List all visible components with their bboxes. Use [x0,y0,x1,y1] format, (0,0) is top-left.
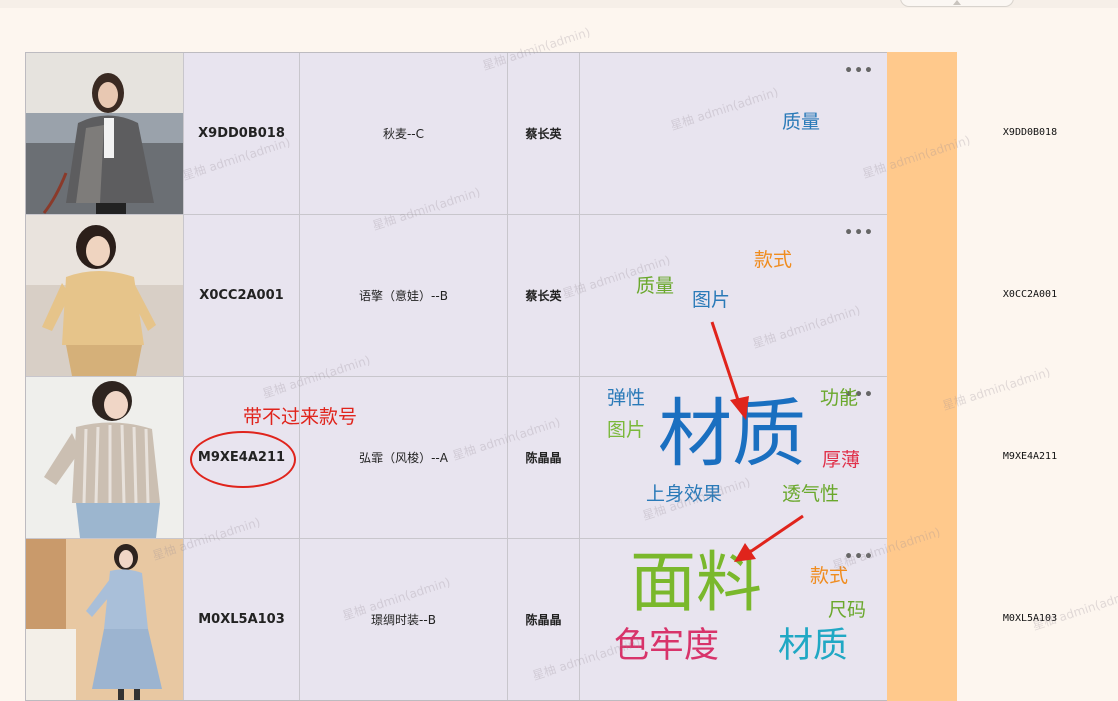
cloud-word: 材质 [658,391,806,477]
person-name: 蔡长英 [508,215,580,376]
product-name: 语擎（意娃）--B [300,215,508,376]
table-row: X9DD0B018 秋麦--C 蔡长英 ••• 质量 [26,53,888,215]
word-cloud: ••• 质量 [580,53,888,214]
table-row: M0XL5A103 璟绸时装--B 陈晶晶 ••• 面料 款式 尺码 色牢度 材… [26,539,888,700]
person-name: 陈晶晶 [508,377,580,538]
more-icon[interactable]: ••• [844,549,874,565]
cloud-word: 材质 [778,626,849,666]
caret-up-icon[interactable] [953,0,961,5]
cloud-word: 质量 [636,275,675,297]
orange-column [887,52,957,701]
product-photo [26,53,183,214]
cloud-word: 色牢度 [614,626,720,666]
product-photo [26,215,183,376]
word-cloud: ••• 款式 质量 图片 [580,215,888,376]
table-row: M9XE4A211 弘霏（风梭）--A 陈晶晶 ••• 弹性 功能 图片 材质 … [26,377,888,539]
person-name: 蔡长英 [508,53,580,214]
cloud-word: 厚薄 [822,449,861,471]
word-cloud: ••• 弹性 功能 图片 材质 厚薄 上身效果 透气性 [580,377,888,538]
more-icon[interactable]: ••• [844,63,874,79]
cloud-word: 面料 [630,544,762,621]
annotation-ellipse [190,431,296,488]
word-cloud: ••• 面料 款式 尺码 色牢度 材质 [580,539,888,700]
style-code: M0XL5A103 [184,539,300,700]
table-row: X0CC2A001 语擎（意娃）--B 蔡长英 ••• 款式 质量 图片 [26,215,888,377]
cloud-word: 款式 [810,565,849,587]
style-code: X0CC2A001 [184,215,300,376]
cloud-word: 图片 [692,289,731,311]
product-photo [26,377,183,538]
product-image [26,53,184,214]
right-style-code: X9DD0B018 [1002,127,1058,138]
right-style-code: X0CC2A001 [1002,289,1058,300]
cloud-word: 尺码 [828,599,867,621]
cloud-word: 款式 [754,249,793,271]
cloud-word: 质量 [782,111,821,133]
cloud-word: 弹性 [607,387,646,409]
product-image [26,377,184,538]
cloud-word: 功能 [820,387,859,409]
cloud-word: 图片 [607,419,646,441]
right-style-code: M9XE4A211 [1002,451,1058,462]
data-table: X9DD0B018 秋麦--C 蔡长英 ••• 质量 X0CC2A001 语擎（… [25,52,889,701]
watermark: 星柚 admin(admin) [1030,584,1118,633]
product-name: 秋麦--C [300,53,508,214]
product-image [26,539,184,700]
more-icon[interactable]: ••• [844,225,874,241]
right-style-code: M0XL5A103 [1002,613,1058,624]
annotation-label: 带不过来款号 [243,406,358,428]
person-name: 陈晶晶 [508,539,580,700]
product-photo [26,539,183,700]
product-image [26,215,184,376]
cloud-word: 透气性 [782,483,840,505]
style-code: X9DD0B018 [184,53,300,214]
cloud-word: 上身效果 [646,483,723,505]
product-name: 璟绸时装--B [300,539,508,700]
